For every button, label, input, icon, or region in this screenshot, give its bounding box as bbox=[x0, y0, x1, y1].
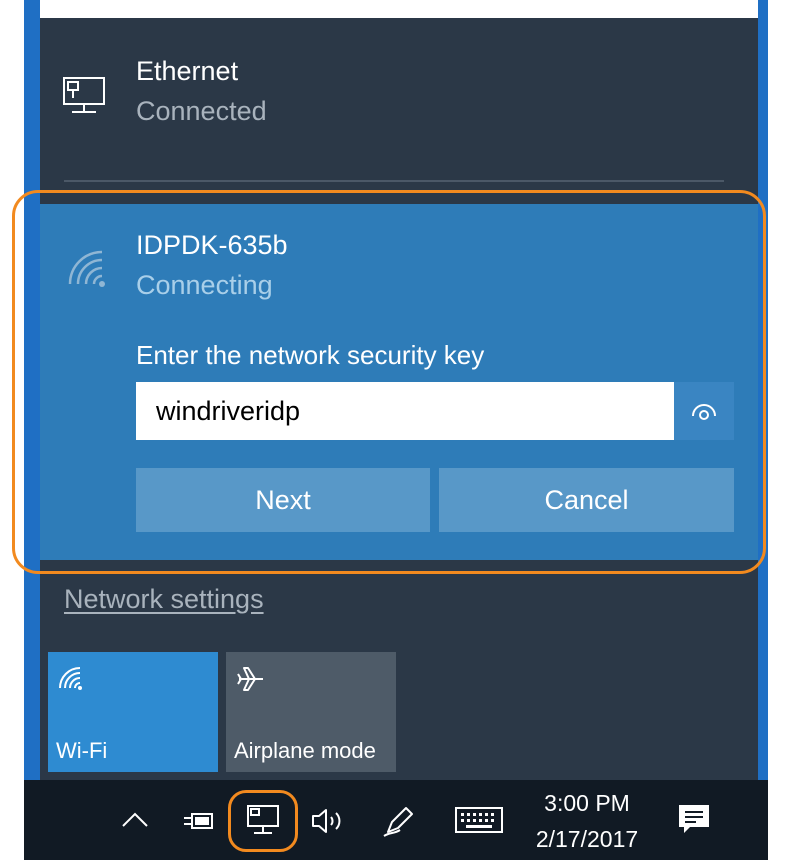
airplane-mode-quick-action[interactable]: Airplane mode bbox=[226, 652, 396, 772]
chevron-up-icon[interactable] bbox=[120, 810, 150, 830]
airplane-tile-label: Airplane mode bbox=[234, 738, 376, 763]
airplane-icon bbox=[237, 667, 263, 691]
highlight-network-card bbox=[12, 190, 766, 574]
ethernet-status: Connected bbox=[136, 96, 267, 126]
power-icon[interactable] bbox=[182, 808, 216, 834]
volume-icon[interactable] bbox=[310, 806, 346, 836]
clock-time[interactable]: 3:00 PM bbox=[522, 790, 652, 817]
wifi-icon bbox=[59, 667, 82, 690]
wifi-quick-action[interactable]: Wi-Fi bbox=[48, 652, 218, 772]
clock-date[interactable]: 2/17/2017 bbox=[522, 826, 652, 853]
ethernet-item[interactable]: Ethernet Connected bbox=[40, 18, 758, 168]
ethernet-icon bbox=[63, 77, 105, 113]
keyboard-icon[interactable] bbox=[454, 806, 504, 834]
taskbar: 3:00 PM 2/17/2017 bbox=[24, 780, 768, 860]
action-center-icon[interactable] bbox=[676, 802, 712, 838]
desktop-background-right bbox=[768, 0, 796, 860]
divider bbox=[64, 180, 724, 182]
wifi-tile-label: Wi-Fi bbox=[56, 738, 108, 763]
ethernet-title: Ethernet bbox=[136, 56, 239, 86]
network-settings-link[interactable]: Network settings bbox=[64, 584, 264, 615]
pen-icon[interactable] bbox=[382, 804, 416, 838]
highlight-network-tray bbox=[228, 790, 298, 852]
